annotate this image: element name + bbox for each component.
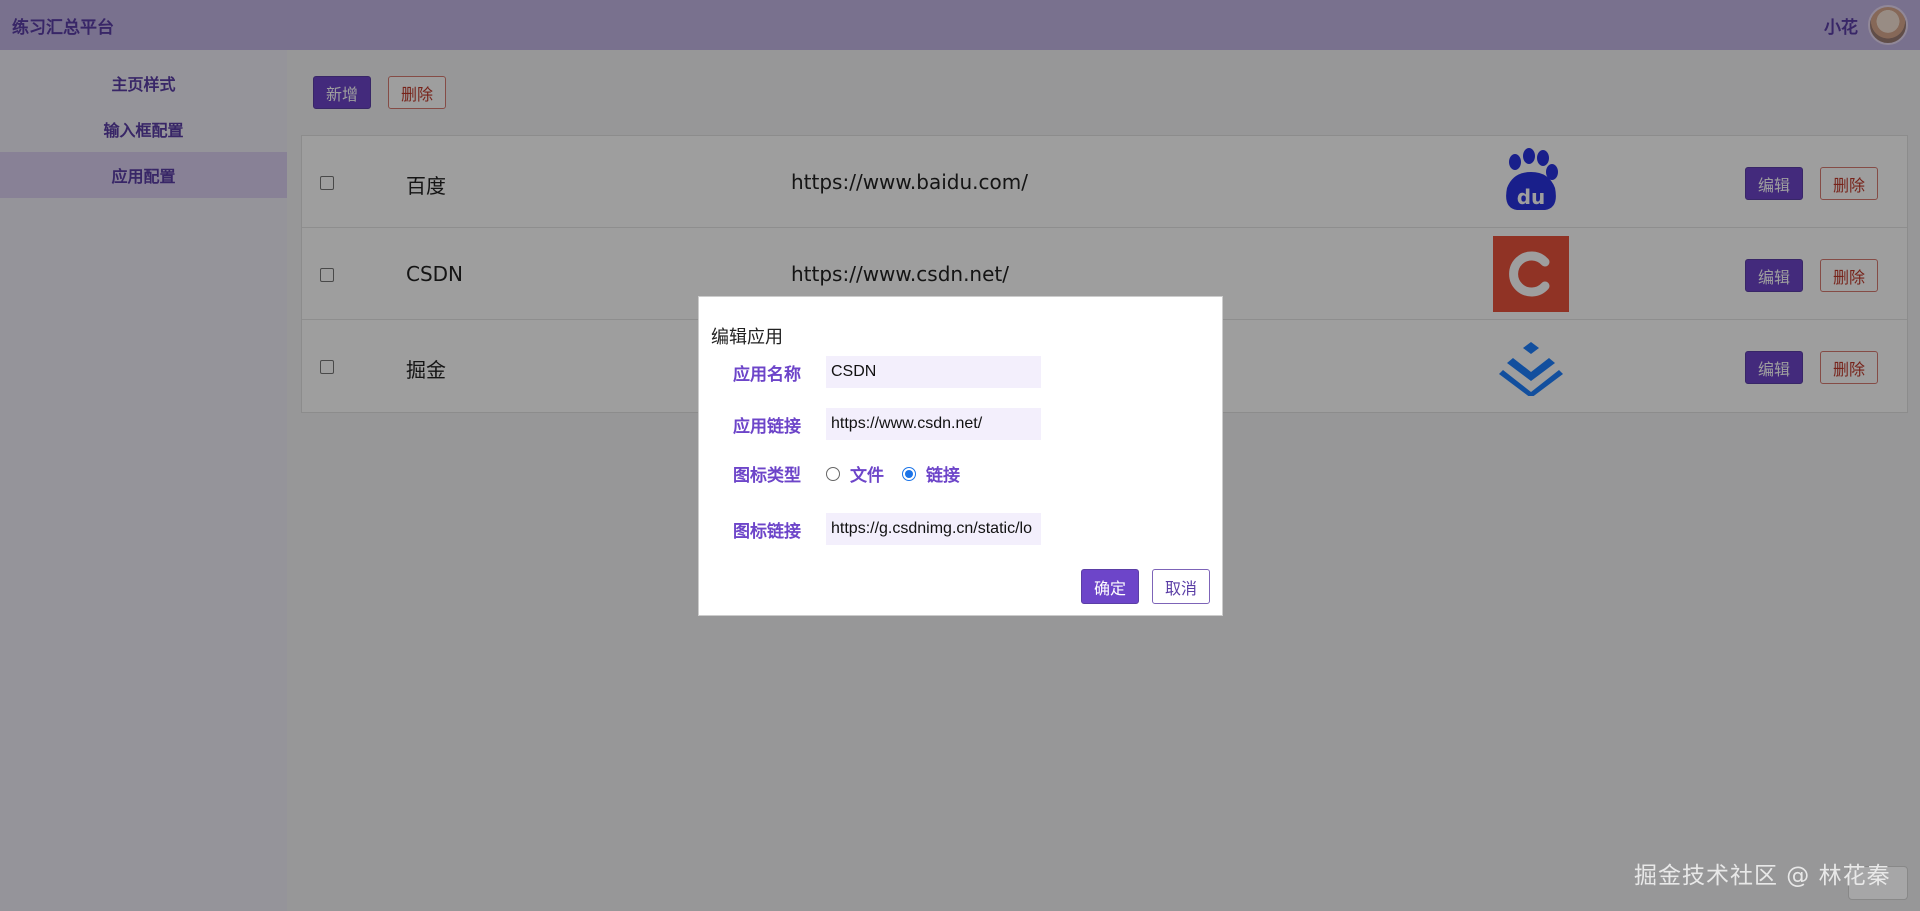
confirm-button[interactable]: 确定 <box>1080 569 1139 604</box>
app-name-label: 应用名称 <box>733 364 801 385</box>
app-name-row: 应用名称 CSDN <box>699 356 1041 388</box>
edit-app-dialog: 编辑应用 应用名称 CSDN 应用链接 https://www.csdn.net… <box>698 296 1223 616</box>
icon-link-label: 图标链接 <box>733 521 801 542</box>
app-link-row: 应用链接 https://www.csdn.net/ <box>699 408 1041 440</box>
icon-type-link-label[interactable]: 链接 <box>926 461 960 486</box>
cancel-button[interactable]: 取消 <box>1151 569 1210 604</box>
icon-type-link-radio[interactable] <box>902 466 916 481</box>
icon-type-radio-group: 文件 链接 <box>826 461 968 486</box>
icon-type-file-label[interactable]: 文件 <box>850 461 884 486</box>
icon-link-input[interactable]: https://g.csdnimg.cn/static/lo <box>826 513 1041 545</box>
icon-type-label: 图标类型 <box>733 466 801 486</box>
icon-link-row: 图标链接 https://g.csdnimg.cn/static/lo <box>699 513 1041 545</box>
dialog-title: 编辑应用 <box>711 327 783 348</box>
watermark: 掘金技术社区 @ 林花秦 <box>1634 863 1891 889</box>
app-link-label: 应用链接 <box>733 416 801 437</box>
icon-type-row: 图标类型 文件 链接 <box>699 461 968 486</box>
dialog-actions: 确定 取消 <box>1080 569 1210 604</box>
icon-type-file-radio[interactable] <box>826 466 840 481</box>
app-name-input[interactable]: CSDN <box>826 356 1041 388</box>
app-link-input[interactable]: https://www.csdn.net/ <box>826 408 1041 440</box>
